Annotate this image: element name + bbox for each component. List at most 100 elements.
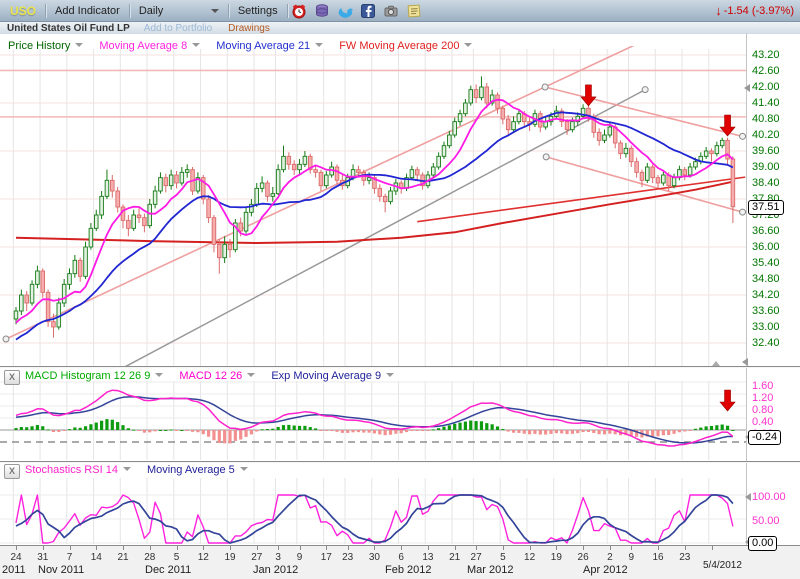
date-tick <box>476 546 477 550</box>
twitter-icon[interactable] <box>337 2 354 19</box>
date-tick-label: 6 <box>389 552 413 563</box>
legend-item[interactable]: MACD Histogram 12 26 9 <box>25 370 173 382</box>
legend-label: Moving Average 5 <box>147 464 235 476</box>
axis-tick-label: 50.00 <box>752 515 798 527</box>
date-tick-label: 19 <box>544 552 568 563</box>
date-tick <box>203 546 204 550</box>
price-chart[interactable] <box>0 33 800 368</box>
add-indicator-button[interactable]: Add Indicator <box>55 5 120 17</box>
date-tick-label: 19 <box>218 552 242 563</box>
timeframe-dropdown[interactable]: Daily <box>139 5 219 17</box>
close-stoch-button[interactable]: X <box>4 464 20 479</box>
red-down-arrow <box>720 390 735 411</box>
panel-separator-highlight <box>0 462 800 463</box>
legend-label: MACD 12 26 <box>179 370 242 382</box>
legend-label: Price History <box>8 40 70 52</box>
date-tick <box>556 546 557 550</box>
date-tick <box>610 546 611 550</box>
date-tick <box>278 546 279 550</box>
axis-tick-label: 34.20 <box>752 289 798 301</box>
axis-tick-label: 42.00 <box>752 81 798 93</box>
date-tick-label: 14 <box>84 552 108 563</box>
date-tick <box>658 546 659 550</box>
axis-tick-label: 33.60 <box>752 305 798 317</box>
chevron-down-icon <box>75 43 83 51</box>
alarm-icon[interactable] <box>291 2 308 19</box>
date-tick <box>712 546 713 550</box>
axis-tick-label: 36.00 <box>752 241 798 253</box>
axis-tick-label: 32.40 <box>752 337 798 349</box>
date-tick-label: 17 <box>314 552 338 563</box>
legend-item[interactable]: Moving Average 8 <box>99 40 210 52</box>
app-window: USO Add Indicator Daily Settings ↓ <box>0 0 800 579</box>
axis-tick-label: 39.00 <box>752 161 798 173</box>
axis-tick-label: 42.60 <box>752 65 798 77</box>
date-tick-label: 7 <box>58 552 82 563</box>
stoch-legend: Stochastics RSI 14 Moving Average 5 <box>25 464 264 476</box>
date-tick-label: 5 <box>491 552 515 563</box>
date-tick <box>43 546 44 550</box>
axis-tick-label: 39.60 <box>752 145 798 157</box>
drawings-link[interactable]: Drawings <box>228 23 270 34</box>
facebook-icon[interactable] <box>360 2 377 19</box>
date-tick <box>631 546 632 550</box>
scroll-left-icon[interactable] <box>738 358 748 366</box>
date-tick <box>685 546 686 550</box>
legend-item[interactable]: Exp Moving Average 9 <box>271 370 404 382</box>
date-tick <box>150 546 151 550</box>
chevron-down-icon <box>192 43 200 51</box>
axis-tick-label: 38.40 <box>752 177 798 189</box>
legend-item[interactable]: MACD 12 26 <box>179 370 265 382</box>
chevron-down-icon <box>464 43 472 51</box>
axis-tick-label: 40.80 <box>752 113 798 125</box>
legend-item[interactable]: Moving Average 5 <box>147 464 258 476</box>
axis-marker-icon <box>741 493 751 501</box>
red-down-arrow <box>720 115 735 136</box>
date-tick <box>348 546 349 550</box>
chevron-down-icon <box>211 9 219 17</box>
axis-tick-label: 40.20 <box>752 129 798 141</box>
date-tick-label: 5 <box>165 552 189 563</box>
legend-item[interactable]: Price History <box>8 40 93 52</box>
date-tick <box>583 546 584 550</box>
legend-item[interactable]: FW Moving Average 200 <box>339 40 482 52</box>
scroll-up-icon[interactable] <box>712 357 720 366</box>
macd-chart[interactable] <box>0 368 800 462</box>
notes-icon[interactable] <box>406 2 423 19</box>
date-tick-label: 16 <box>646 552 670 563</box>
legend-item[interactable]: Stochastics RSI 14 <box>25 464 141 476</box>
date-tick-label: 21 <box>111 552 135 563</box>
legend-label: FW Moving Average 200 <box>339 40 459 52</box>
date-tick <box>401 546 402 550</box>
settings-button[interactable]: Settings <box>238 5 278 17</box>
date-tick-label: 2 <box>598 552 622 563</box>
date-tick <box>257 546 258 550</box>
camera-icon[interactable] <box>383 2 400 19</box>
date-tick-label: 27 <box>464 552 488 563</box>
axis-tick-label: 33.00 <box>752 321 798 333</box>
date-tick <box>96 546 97 550</box>
legend-item[interactable]: Moving Average 21 <box>216 40 333 52</box>
legend-label: Stochastics RSI 14 <box>25 464 118 476</box>
down-arrow-icon: ↓ <box>715 3 722 18</box>
axis-tick-label: 35.40 <box>752 257 798 269</box>
axis-tick-label: 1.60 <box>752 380 798 392</box>
database-icon[interactable] <box>314 2 331 19</box>
close-macd-button[interactable]: X <box>4 370 20 385</box>
axis-tick-label: 0.40 <box>752 416 798 428</box>
add-to-portfolio-link[interactable]: Add to Portfolio <box>144 23 212 34</box>
chevron-down-icon <box>155 373 163 381</box>
axis-tick-label: 100.00 <box>752 491 798 503</box>
toolbar-divider <box>287 4 288 18</box>
month-label: Dec 2011 <box>145 564 191 576</box>
month-label: Nov 2011 <box>38 564 84 576</box>
stoch-value-callout: 0.00 <box>748 536 777 551</box>
axis-tick-label: 1.20 <box>752 392 798 404</box>
date-tick-label: 24 <box>4 552 28 563</box>
month-label: Mar 2012 <box>467 564 513 576</box>
date-tick-label: 30 <box>362 552 386 563</box>
axis-tick-label: 43.20 <box>752 49 798 61</box>
axis-boundary <box>746 33 747 545</box>
price-change-value: -1.54 (-3.97%) <box>724 5 794 17</box>
month-label: 2011 <box>2 564 26 576</box>
